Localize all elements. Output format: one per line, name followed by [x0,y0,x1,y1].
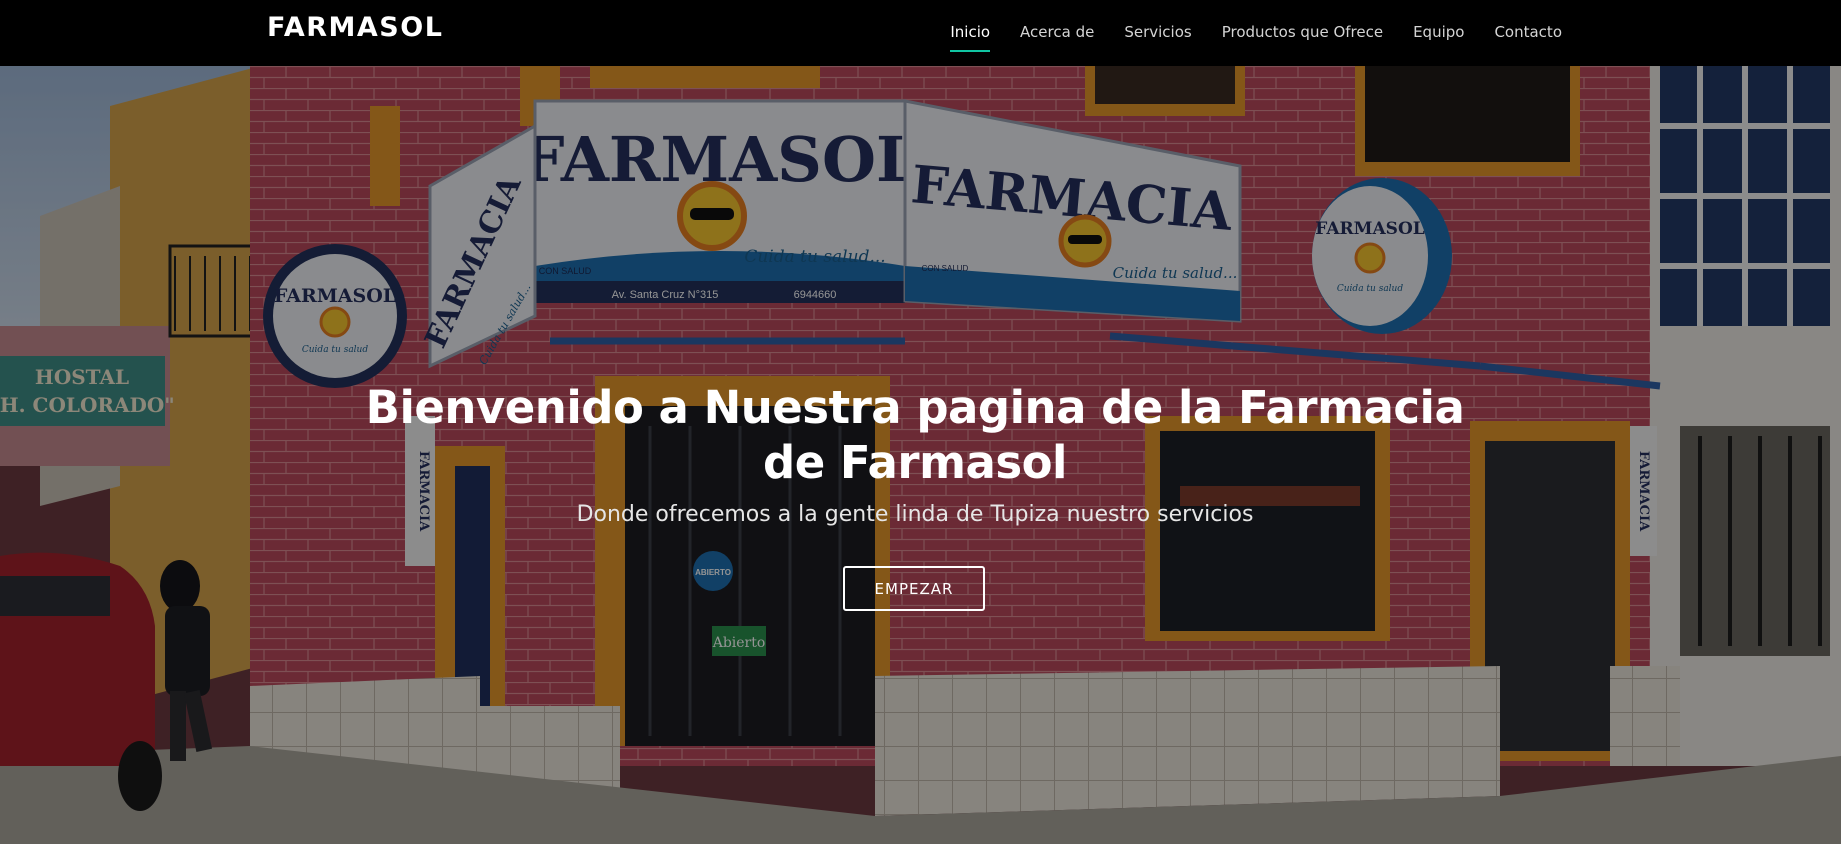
brand-logo[interactable]: FARMASOL [267,12,443,43]
hero-section: HOSTAL "H. COLORADO" FARMASOL Cuida tu s… [0,66,1841,844]
nav-item-contacto[interactable]: Contacto [1494,0,1562,66]
hero-title: Bienvenido a Nuestra pagina de la Farmac… [365,381,1465,489]
nav-item-acerca-de[interactable]: Acerca de [1020,0,1094,66]
nav-item-inicio[interactable]: Inicio [950,0,990,66]
nav-item-productos[interactable]: Productos que Ofrece [1222,0,1383,66]
nav-menu: Inicio Acerca de Servicios Productos que… [920,0,1562,66]
nav-item-servicios[interactable]: Servicios [1124,0,1191,66]
start-button[interactable]: EMPEZAR [843,566,985,611]
navbar: FARMASOL Inicio Acerca de Servicios Prod… [0,0,1841,66]
hero-subtitle: Donde ofrecemos a la gente linda de Tupi… [576,502,1254,527]
nav-item-equipo[interactable]: Equipo [1413,0,1464,66]
